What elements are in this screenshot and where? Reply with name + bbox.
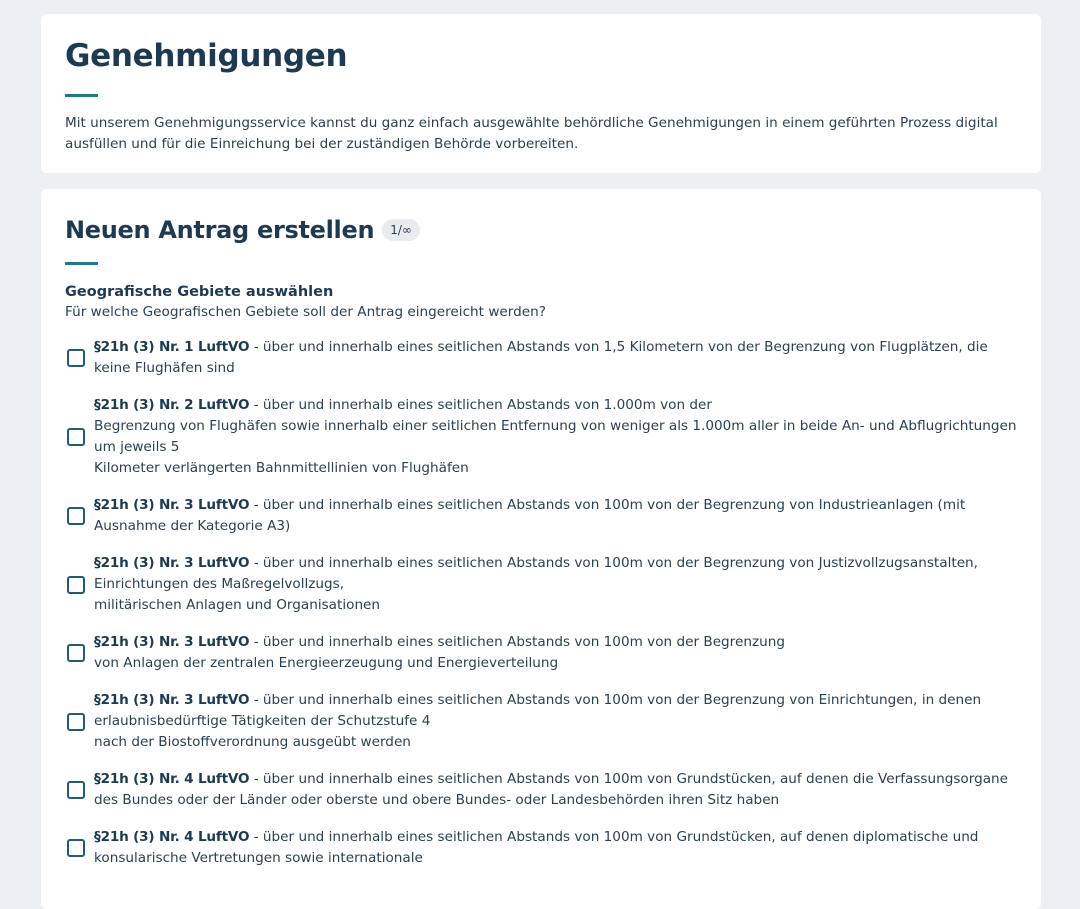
option-text: §21h (3) Nr. 3 LuftVO - über und innerha… bbox=[94, 632, 1017, 674]
area-checkbox-1[interactable] bbox=[67, 349, 85, 367]
area-option-5[interactable]: §21h (3) Nr. 3 LuftVO - über und innerha… bbox=[65, 632, 1017, 674]
option-text: §21h (3) Nr. 3 LuftVO - über und innerha… bbox=[94, 553, 1017, 616]
area-checkbox-5[interactable] bbox=[67, 644, 85, 662]
area-option-4[interactable]: §21h (3) Nr. 3 LuftVO - über und innerha… bbox=[65, 553, 1017, 616]
area-checkbox-8[interactable] bbox=[67, 839, 85, 857]
area-option-7[interactable]: §21h (3) Nr. 4 LuftVO - über und innerha… bbox=[65, 769, 1017, 811]
law-reference: §21h (3) Nr. 3 LuftVO bbox=[94, 497, 250, 513]
law-reference: §21h (3) Nr. 4 LuftVO bbox=[94, 771, 250, 787]
option-description: - über und innerhalb eines seitlichen Ab… bbox=[253, 397, 713, 413]
area-checkbox-4[interactable] bbox=[67, 575, 85, 594]
new-application-card: Neuen Antrag erstellen 1/∞ Geografische … bbox=[41, 189, 1041, 909]
intro-description: Mit unserem Genehmigungsservice kannst d… bbox=[65, 115, 998, 152]
option-text: §21h (3) Nr. 4 LuftVO - über und innerha… bbox=[94, 769, 1017, 811]
intro-card: Genehmigungen Mit unserem Genehmigungsse… bbox=[41, 14, 1041, 173]
option-text: §21h (3) Nr. 4 LuftVO - über und innerha… bbox=[94, 827, 1017, 869]
page-title: Genehmigungen bbox=[65, 38, 348, 74]
area-checkbox-6[interactable] bbox=[67, 712, 85, 731]
law-reference: §21h (3) Nr. 3 LuftVO bbox=[94, 692, 250, 708]
area-option-6[interactable]: §21h (3) Nr. 3 LuftVO - über und innerha… bbox=[65, 690, 1017, 753]
option-text: §21h (3) Nr. 3 LuftVO - über und innerha… bbox=[94, 690, 1017, 753]
law-reference: §21h (3) Nr. 3 LuftVO bbox=[94, 555, 250, 571]
option-description-line: nach der Biostoffverordnung ausgeübt wer… bbox=[94, 734, 411, 750]
section-header: Neuen Antrag erstellen 1/∞ bbox=[65, 213, 1017, 247]
option-text: §21h (3) Nr. 1 LuftVO - über und innerha… bbox=[94, 337, 1017, 379]
area-checkbox-3[interactable] bbox=[67, 507, 85, 525]
law-reference: §21h (3) Nr. 2 LuftVO bbox=[94, 397, 250, 413]
area-option-1[interactable]: §21h (3) Nr. 1 LuftVO - über und innerha… bbox=[65, 337, 1017, 379]
option-text: §21h (3) Nr. 2 LuftVO - über und innerha… bbox=[94, 395, 1017, 479]
area-checkbox-7[interactable] bbox=[67, 781, 85, 799]
field-label: Geografische Gebiete auswählen bbox=[65, 284, 334, 300]
area-checkbox-2[interactable] bbox=[67, 428, 85, 446]
title-underline bbox=[65, 94, 98, 97]
option-text: §21h (3) Nr. 3 LuftVO - über und innerha… bbox=[94, 495, 1017, 537]
option-description-line: Begrenzung von Flughäfen sowie innerhalb… bbox=[94, 418, 1017, 455]
option-description-line: Kilometer verlängerten Bahnmittellinien … bbox=[94, 460, 469, 476]
quota-badge: 1/∞ bbox=[382, 219, 420, 241]
section-underline bbox=[65, 262, 98, 265]
section-title: Neuen Antrag erstellen bbox=[65, 216, 375, 244]
law-reference: §21h (3) Nr. 4 LuftVO bbox=[94, 829, 250, 845]
area-option-3[interactable]: §21h (3) Nr. 3 LuftVO - über und innerha… bbox=[65, 495, 1017, 537]
option-description-line: militärischen Anlagen und Organisationen bbox=[94, 597, 381, 613]
option-description-line: von Anlagen der zentralen Energieerzeugu… bbox=[94, 655, 559, 671]
field-question: Für welche Geografischen Gebiete soll de… bbox=[65, 304, 546, 320]
law-reference: §21h (3) Nr. 3 LuftVO bbox=[94, 634, 250, 650]
option-description: - über und innerhalb eines seitlichen Ab… bbox=[253, 634, 785, 650]
area-option-2[interactable]: §21h (3) Nr. 2 LuftVO - über und innerha… bbox=[65, 395, 1017, 479]
law-reference: §21h (3) Nr. 1 LuftVO bbox=[94, 339, 250, 355]
area-option-8[interactable]: §21h (3) Nr. 4 LuftVO - über und innerha… bbox=[65, 827, 1017, 869]
area-options-list: §21h (3) Nr. 1 LuftVO - über und innerha… bbox=[65, 337, 1017, 869]
